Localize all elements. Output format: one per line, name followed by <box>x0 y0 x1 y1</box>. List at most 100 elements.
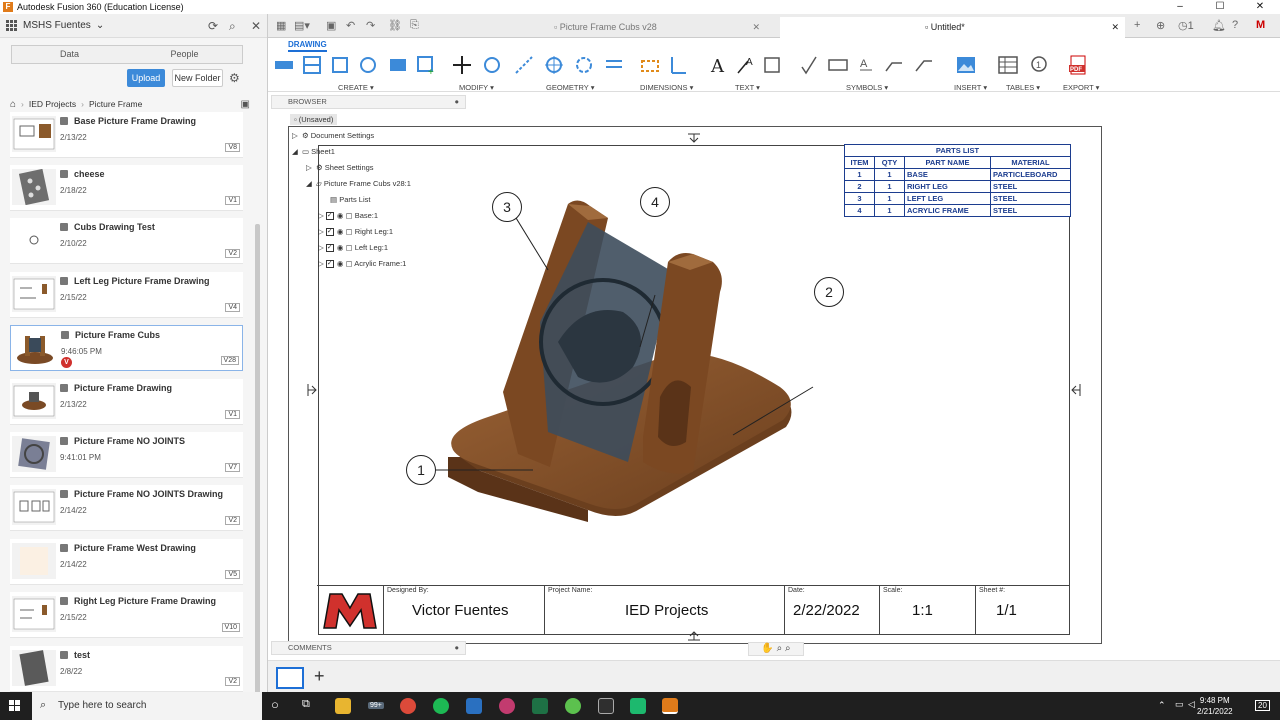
new-folder-button[interactable]: New Folder <box>172 69 223 87</box>
list-item[interactable]: Right Leg Picture Frame Drawing 2/15/22 … <box>10 592 243 638</box>
version-badge[interactable]: V5 <box>225 570 240 579</box>
sketch-icon[interactable]: + <box>416 55 436 75</box>
balloon-4[interactable]: 4 <box>640 187 670 217</box>
add-sheet-icon[interactable]: + <box>314 666 325 687</box>
project-selector[interactable]: MSHS Fuentes <box>23 20 91 31</box>
taskbar-search-input[interactable]: Type here to search <box>32 692 262 720</box>
version-badge[interactable]: V8 <box>225 143 240 152</box>
centerline-icon[interactable] <box>514 55 534 75</box>
move-icon[interactable] <box>452 55 472 75</box>
checkbox[interactable]: ✓ <box>325 212 334 221</box>
grid-menu-icon[interactable]: ▦ <box>276 19 286 32</box>
table-row[interactable]: 2 1 RIGHT LEG STEEL <box>844 180 1071 193</box>
close-window-button[interactable]: ✕ <box>1240 0 1280 14</box>
new-folder-icon[interactable]: ▣ <box>241 99 250 110</box>
surface-texture-icon[interactable] <box>800 55 820 75</box>
table-row[interactable]: 3 1 LEFT LEG STEEL <box>844 192 1071 205</box>
version-badge[interactable]: V7 <box>225 463 240 472</box>
windows-start-icon[interactable] <box>9 700 21 712</box>
upload-button[interactable]: Upload <box>127 69 165 87</box>
list-item[interactable]: Picture Frame NO JOINTS Drawing 2/14/22 … <box>10 485 243 531</box>
component-left-leg[interactable]: ▷ ✓ ◉ ▢ Left Leg:1 <box>318 243 388 253</box>
symbols-menu[interactable]: SYMBOLS ▾ <box>846 83 888 92</box>
browser-collapse-icon[interactable]: ● <box>454 96 459 108</box>
break-view-icon[interactable] <box>388 55 408 75</box>
browser-item-parts-list[interactable]: ▤ Parts List <box>330 195 370 204</box>
refresh-icon[interactable]: ⟳ <box>208 19 218 33</box>
home-icon[interactable]: ⌂ <box>10 99 16 110</box>
title-block[interactable]: Designed By: Victor Fuentes Project Name… <box>317 585 1070 634</box>
mail-badge[interactable]: 99+ <box>368 702 384 709</box>
link-icon[interactable]: ⛓ <box>388 19 402 32</box>
edge-extension-icon[interactable] <box>604 55 624 75</box>
chevron-up-icon[interactable]: ⌃ <box>1158 700 1166 711</box>
edge-symbol-icon[interactable] <box>914 55 934 75</box>
eye-icon[interactable]: ◉ <box>337 259 344 268</box>
export-pdf-icon[interactable]: PDF <box>1068 55 1088 75</box>
note-icon[interactable] <box>762 55 782 75</box>
notification-center-icon[interactable]: 20 <box>1255 700 1270 711</box>
projected-view-icon[interactable] <box>302 55 322 75</box>
ordinate-dimension-icon[interactable] <box>668 55 688 75</box>
datum-identifier-icon[interactable]: A <box>856 55 876 75</box>
fusion360-taskbar-icon[interactable] <box>662 698 678 714</box>
file-menu-icon[interactable]: ▤▾ <box>294 19 310 32</box>
maximize-button[interactable]: ☐ <box>1200 0 1240 14</box>
zoom-window-icon[interactable]: ⌕ <box>785 643 791 654</box>
spotify-icon[interactable] <box>433 698 449 714</box>
tab-untitled[interactable]: ▫ Untitled* ✕ <box>780 17 1125 38</box>
list-item-selected[interactable]: Picture Frame Cubs 9:46:05 PM V V28 <box>10 325 243 371</box>
export-menu[interactable]: EXPORT ▾ <box>1063 83 1099 92</box>
version-badge[interactable]: V4 <box>225 303 240 312</box>
user-avatar-icon[interactable]: M <box>1256 19 1265 31</box>
app-grid-icon[interactable] <box>6 19 18 32</box>
chevron-down-icon[interactable]: ⌄ <box>96 20 104 31</box>
taskbar-clock[interactable]: 9:48 PM 2/21/2022 <box>1197 695 1233 717</box>
steam-icon[interactable] <box>466 698 482 714</box>
geometry-menu[interactable]: GEOMETRY ▾ <box>546 83 595 92</box>
eye-icon[interactable]: ◉ <box>337 227 344 236</box>
version-badge[interactable]: V1 <box>225 410 240 419</box>
leader-icon[interactable]: A <box>736 55 756 75</box>
parts-list-table[interactable]: PARTS LIST ITEM QTY PART NAME MATERIAL 1… <box>844 144 1071 217</box>
tables-menu[interactable]: TABLES ▾ <box>1006 83 1040 92</box>
center-mark-icon[interactable] <box>544 55 564 75</box>
list-item[interactable]: Base Picture Frame Drawing 2/13/22 V8 <box>10 112 243 158</box>
detail-view-icon[interactable] <box>358 55 378 75</box>
gear-icon[interactable]: ⚙ <box>229 71 240 85</box>
workspace-label[interactable]: DRAWING <box>288 40 327 52</box>
text-icon[interactable]: A <box>708 55 728 75</box>
pan-icon[interactable]: ✋ <box>761 643 773 654</box>
list-item[interactable]: Picture Frame NO JOINTS 9:41:01 PM V7 <box>10 432 243 478</box>
comments-add-icon[interactable]: ● <box>454 642 459 654</box>
checkbox[interactable]: ✓ <box>325 244 334 253</box>
version-badge[interactable]: V2 <box>225 677 240 686</box>
network-icon[interactable]: ▭ <box>1175 699 1184 710</box>
new-tab-icon[interactable]: + <box>1134 19 1140 31</box>
scrollbar[interactable] <box>255 224 260 704</box>
welding-symbol-icon[interactable] <box>884 55 904 75</box>
close-tab-icon[interactable]: ✕ <box>752 17 760 38</box>
task-view-icon[interactable]: ⧉ <box>302 698 310 711</box>
checkbox[interactable]: ✓ <box>325 260 334 269</box>
extensions-icon[interactable]: ⊕ <box>1156 19 1165 32</box>
breadcrumb-ied-projects[interactable]: IED Projects <box>29 99 76 109</box>
rotate-icon[interactable] <box>482 55 502 75</box>
close-tab-icon[interactable]: ✕ <box>1111 17 1119 38</box>
search-icon[interactable]: ⌕ <box>229 19 236 34</box>
webex-icon[interactable] <box>499 698 515 714</box>
cortana-icon[interactable]: ○ <box>271 697 279 712</box>
close-panel-icon[interactable]: ✕ <box>251 19 261 33</box>
version-badge[interactable]: V10 <box>221 623 240 632</box>
volume-icon[interactable]: ◁ <box>1188 699 1195 710</box>
job-status-icon[interactable]: ◷1 <box>1178 19 1194 32</box>
list-item[interactable]: cheese 2/18/22 V1 <box>10 165 243 211</box>
notification-icon[interactable]: 🔔︎ <box>1212 19 1226 32</box>
browser-root[interactable]: ▫ (Unsaved) <box>290 114 338 125</box>
redo-icon[interactable]: ↷ <box>366 19 375 32</box>
comments-panel-header[interactable]: COMMENTS ● <box>271 641 466 655</box>
modify-menu[interactable]: MODIFY ▾ <box>459 83 494 92</box>
base-view-icon[interactable] <box>274 55 294 75</box>
browser-panel-header[interactable]: BROWSER ● <box>271 95 466 109</box>
browser-item-view[interactable]: ◢ ▱ Picture Frame Cubs v28:1 <box>306 179 411 188</box>
